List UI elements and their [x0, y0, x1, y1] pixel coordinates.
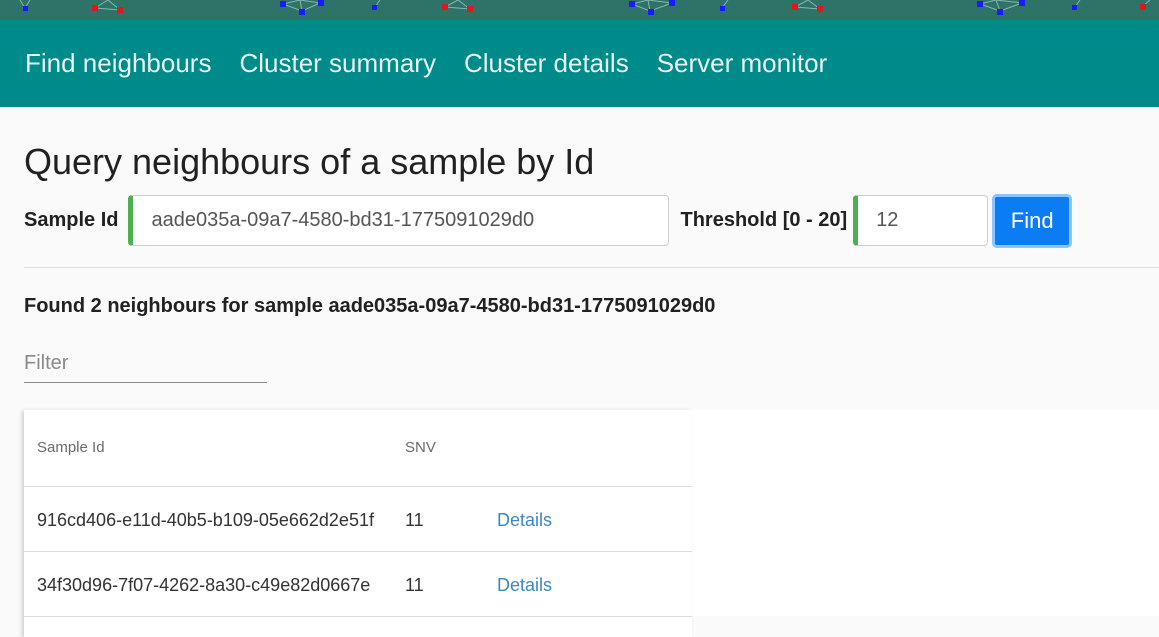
- nav-cluster-summary[interactable]: Cluster summary: [239, 48, 435, 79]
- result-summary: Found 2 neighbours for sample aade035a-0…: [24, 295, 716, 317]
- details-panel: [692, 410, 1159, 616]
- nav-server-monitor[interactable]: Server monitor: [657, 48, 828, 79]
- sample-id-label: Sample Id: [24, 209, 119, 231]
- nav-cluster-details[interactable]: Cluster details: [464, 48, 629, 79]
- table-row: 34f30d96-7f07-4262-8a30-c49e82d0667e 11 …: [24, 552, 692, 617]
- threshold-input[interactable]: 12: [853, 195, 989, 246]
- header-network-banner: [0, 0, 1159, 20]
- query-form: Sample Id aade035a-09a7-4580-bd31-177509…: [24, 193, 1073, 248]
- details-link[interactable]: Details: [497, 510, 552, 531]
- page-title: Query neighbours of a sample by Id: [24, 141, 595, 182]
- column-header-sample-id[interactable]: Sample Id: [37, 439, 105, 456]
- row-snv: 11: [405, 510, 424, 530]
- filter-input[interactable]: Filter: [24, 346, 267, 383]
- details-link[interactable]: Details: [497, 575, 552, 596]
- row-sample-id: 916cd406-e11d-40b5-b109-05e662d2e51f: [37, 510, 374, 530]
- table-header-row: Sample Id SNV: [24, 410, 692, 487]
- top-navbar: Find neighbours Cluster summary Cluster …: [0, 20, 1159, 107]
- table-row: 916cd406-e11d-40b5-b109-05e662d2e51f 11 …: [24, 487, 692, 552]
- sample-id-input[interactable]: aade035a-09a7-4580-bd31-1775091029d0: [128, 195, 670, 246]
- neighbours-table: Sample Id SNV 916cd406-e11d-40b5-b109-05…: [24, 410, 692, 637]
- find-button[interactable]: Find: [992, 193, 1073, 248]
- section-divider: [24, 267, 1159, 268]
- row-snv: 11: [405, 575, 424, 595]
- threshold-label: Threshold [0 - 20]: [680, 209, 848, 231]
- network-graph-decoration: [19, 0, 1151, 15]
- row-sample-id: 34f30d96-7f07-4262-8a30-c49e82d0667e: [37, 575, 371, 595]
- nav-find-neighbours[interactable]: Find neighbours: [25, 48, 211, 79]
- column-header-snv[interactable]: SNV: [405, 439, 436, 456]
